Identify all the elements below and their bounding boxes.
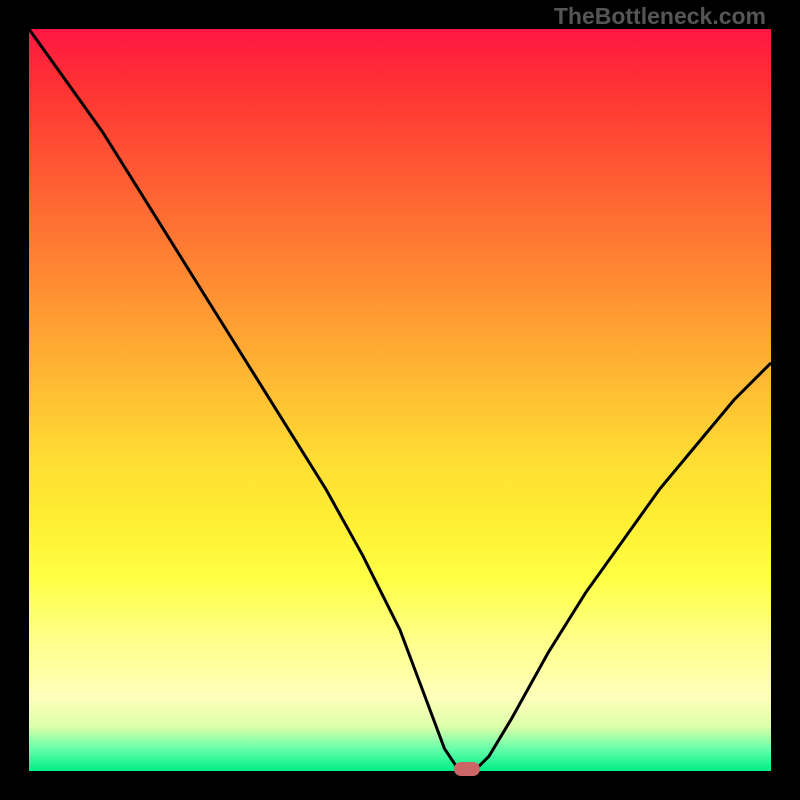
attribution-text: TheBottleneck.com: [554, 3, 766, 30]
chart-container: TheBottleneck.com: [0, 0, 800, 800]
chart-curve: [29, 29, 771, 771]
optimal-marker: [454, 762, 480, 776]
